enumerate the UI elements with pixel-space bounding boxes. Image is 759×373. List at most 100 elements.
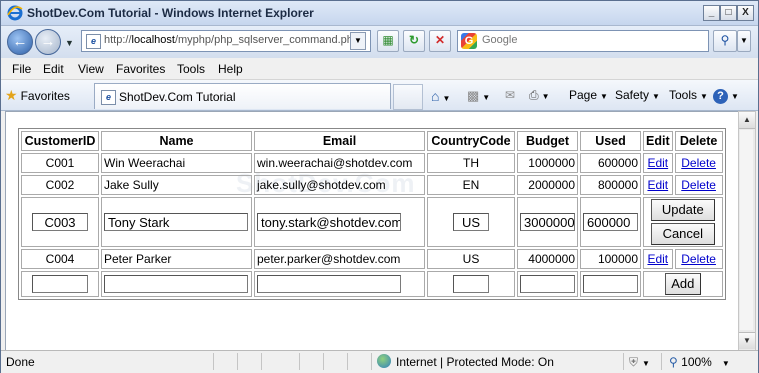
- search-icon: ⚲: [720, 33, 730, 47]
- status-text: Done: [6, 355, 35, 369]
- used-input[interactable]: 600000: [583, 213, 638, 231]
- new-customerid-input[interactable]: [32, 275, 88, 293]
- scroll-down-icon[interactable]: ▼: [739, 332, 755, 349]
- tab-favicon-icon: e: [101, 90, 116, 105]
- status-divider: [261, 353, 262, 370]
- print-button[interactable]: ⎙ ▼: [529, 88, 550, 103]
- header-used: Used: [580, 131, 641, 151]
- minimize-button[interactable]: _: [703, 5, 720, 21]
- name-input[interactable]: Tony Stark: [104, 213, 248, 231]
- cell-budget: 1000000: [517, 153, 578, 173]
- cancel-button[interactable]: Cancel: [650, 223, 715, 245]
- history-dropdown-icon[interactable]: ▼: [65, 38, 74, 48]
- cell-email-new: [254, 271, 425, 297]
- vertical-scrollbar[interactable]: ▲ ▼: [738, 111, 756, 351]
- home-button[interactable]: ⌂ ▼: [431, 88, 450, 104]
- feeds-button[interactable]: ▩ ▼: [467, 88, 490, 104]
- header-delete: Delete: [674, 131, 723, 151]
- cell-budget-new: [517, 271, 578, 297]
- countrycode-input[interactable]: US: [453, 213, 489, 231]
- cell-edit: Edit: [643, 153, 673, 173]
- title-bar: ShotDev.Com Tutorial - Windows Internet …: [1, 1, 758, 26]
- table-row: C004 Peter Parker peter.parker@shotdev.c…: [21, 249, 723, 269]
- delete-link[interactable]: Delete: [681, 178, 716, 192]
- customerid-input[interactable]: C003: [32, 213, 88, 231]
- cell-name-edit: Tony Stark: [101, 197, 252, 247]
- cell-customerid: C002: [21, 175, 99, 195]
- page-menu[interactable]: Page ▼: [569, 88, 608, 102]
- delete-link[interactable]: Delete: [681, 252, 716, 266]
- forward-arrow-icon: →: [40, 33, 56, 50]
- search-options-dropdown[interactable]: ▼: [737, 30, 751, 52]
- rss-feed-icon: ▩: [467, 88, 480, 103]
- new-countrycode-input[interactable]: [453, 275, 489, 293]
- new-used-input[interactable]: [583, 275, 638, 293]
- budget-input[interactable]: 3000000: [520, 213, 575, 231]
- printer-icon: ⎙: [529, 88, 539, 102]
- address-dropdown-icon[interactable]: ▼: [350, 32, 366, 50]
- tab-active[interactable]: e ShotDev.Com Tutorial: [94, 83, 391, 109]
- cell-edit: Edit: [643, 175, 673, 195]
- scroll-up-icon[interactable]: ▲: [739, 112, 755, 129]
- stop-button[interactable]: ✕: [429, 30, 451, 52]
- delete-link[interactable]: Delete: [681, 156, 716, 170]
- menu-favorites[interactable]: Favorites: [116, 62, 165, 76]
- menu-file[interactable]: File: [12, 62, 31, 76]
- cell-used: 600000: [580, 153, 641, 173]
- refresh-button[interactable]: ↻: [403, 30, 425, 52]
- favorites-label: Favorites: [20, 89, 70, 103]
- search-button[interactable]: ⚲: [713, 30, 737, 52]
- status-divider: [371, 353, 372, 370]
- add-button[interactable]: Add: [664, 273, 701, 295]
- read-mail-button[interactable]: ✉: [505, 88, 515, 102]
- new-budget-input[interactable]: [520, 275, 575, 293]
- cell-used-edit: 600000: [580, 197, 641, 247]
- safety-menu[interactable]: Safety ▼: [615, 88, 660, 102]
- new-email-input[interactable]: [257, 275, 401, 293]
- help-icon: ?: [713, 89, 728, 104]
- edit-link[interactable]: Edit: [647, 178, 668, 192]
- zoom-control[interactable]: ⚲ 100% ▼: [669, 355, 730, 369]
- status-divider: [237, 353, 238, 370]
- cell-customerid: C004: [21, 249, 99, 269]
- cell-actions-edit: Update Cancel: [643, 197, 723, 247]
- cell-countrycode: US: [427, 249, 515, 269]
- mail-icon: ✉: [505, 88, 516, 102]
- compatibility-view-button[interactable]: ▦: [377, 30, 399, 52]
- cell-countrycode-new: [427, 271, 515, 297]
- edit-link[interactable]: Edit: [647, 252, 668, 266]
- menu-help[interactable]: Help: [218, 62, 243, 76]
- favorites-button[interactable]: ★ Favorites: [5, 87, 70, 104]
- menu-view[interactable]: View: [78, 62, 104, 76]
- menu-edit[interactable]: Edit: [43, 62, 64, 76]
- tools-menu[interactable]: Tools ▼: [669, 88, 708, 102]
- table-row: C001 Win Weerachai win.weerachai@shotdev…: [21, 153, 723, 173]
- edit-link[interactable]: Edit: [647, 156, 668, 170]
- close-button[interactable]: X: [737, 5, 754, 21]
- header-name: Name: [101, 131, 252, 151]
- search-field[interactable]: G Google: [457, 30, 709, 52]
- protected-mode-button[interactable]: ⛨ ▼: [629, 355, 650, 370]
- cell-customerid: C001: [21, 153, 99, 173]
- menu-bar: File Edit View Favorites Tools Help: [1, 59, 758, 80]
- scroll-track[interactable]: [740, 130, 753, 330]
- update-button[interactable]: Update: [650, 199, 715, 221]
- status-divider: [299, 353, 300, 370]
- new-tab-button[interactable]: [393, 84, 423, 110]
- refresh-icon: ↻: [408, 33, 420, 47]
- maximize-button[interactable]: □: [720, 5, 737, 21]
- address-field[interactable]: e http://localhost/myphp/php_sqlserver_c…: [81, 30, 371, 52]
- status-divider: [323, 353, 324, 370]
- table-row: C002 Jake Sully jake.sully@shotdev.com E…: [21, 175, 723, 195]
- help-button[interactable]: ? ▼: [713, 88, 739, 104]
- cell-delete: Delete: [674, 249, 723, 269]
- back-button[interactable]: ←: [7, 29, 33, 55]
- new-name-input[interactable]: [104, 275, 248, 293]
- header-customerid: CustomerID: [21, 131, 99, 151]
- menu-tools[interactable]: Tools: [177, 62, 205, 76]
- zoom-icon: ⚲: [669, 355, 678, 369]
- ie-logo-icon: [7, 5, 23, 21]
- cell-name: Jake Sully: [101, 175, 252, 195]
- forward-button[interactable]: →: [35, 29, 61, 55]
- email-input[interactable]: tony.stark@shotdev.com: [257, 213, 401, 231]
